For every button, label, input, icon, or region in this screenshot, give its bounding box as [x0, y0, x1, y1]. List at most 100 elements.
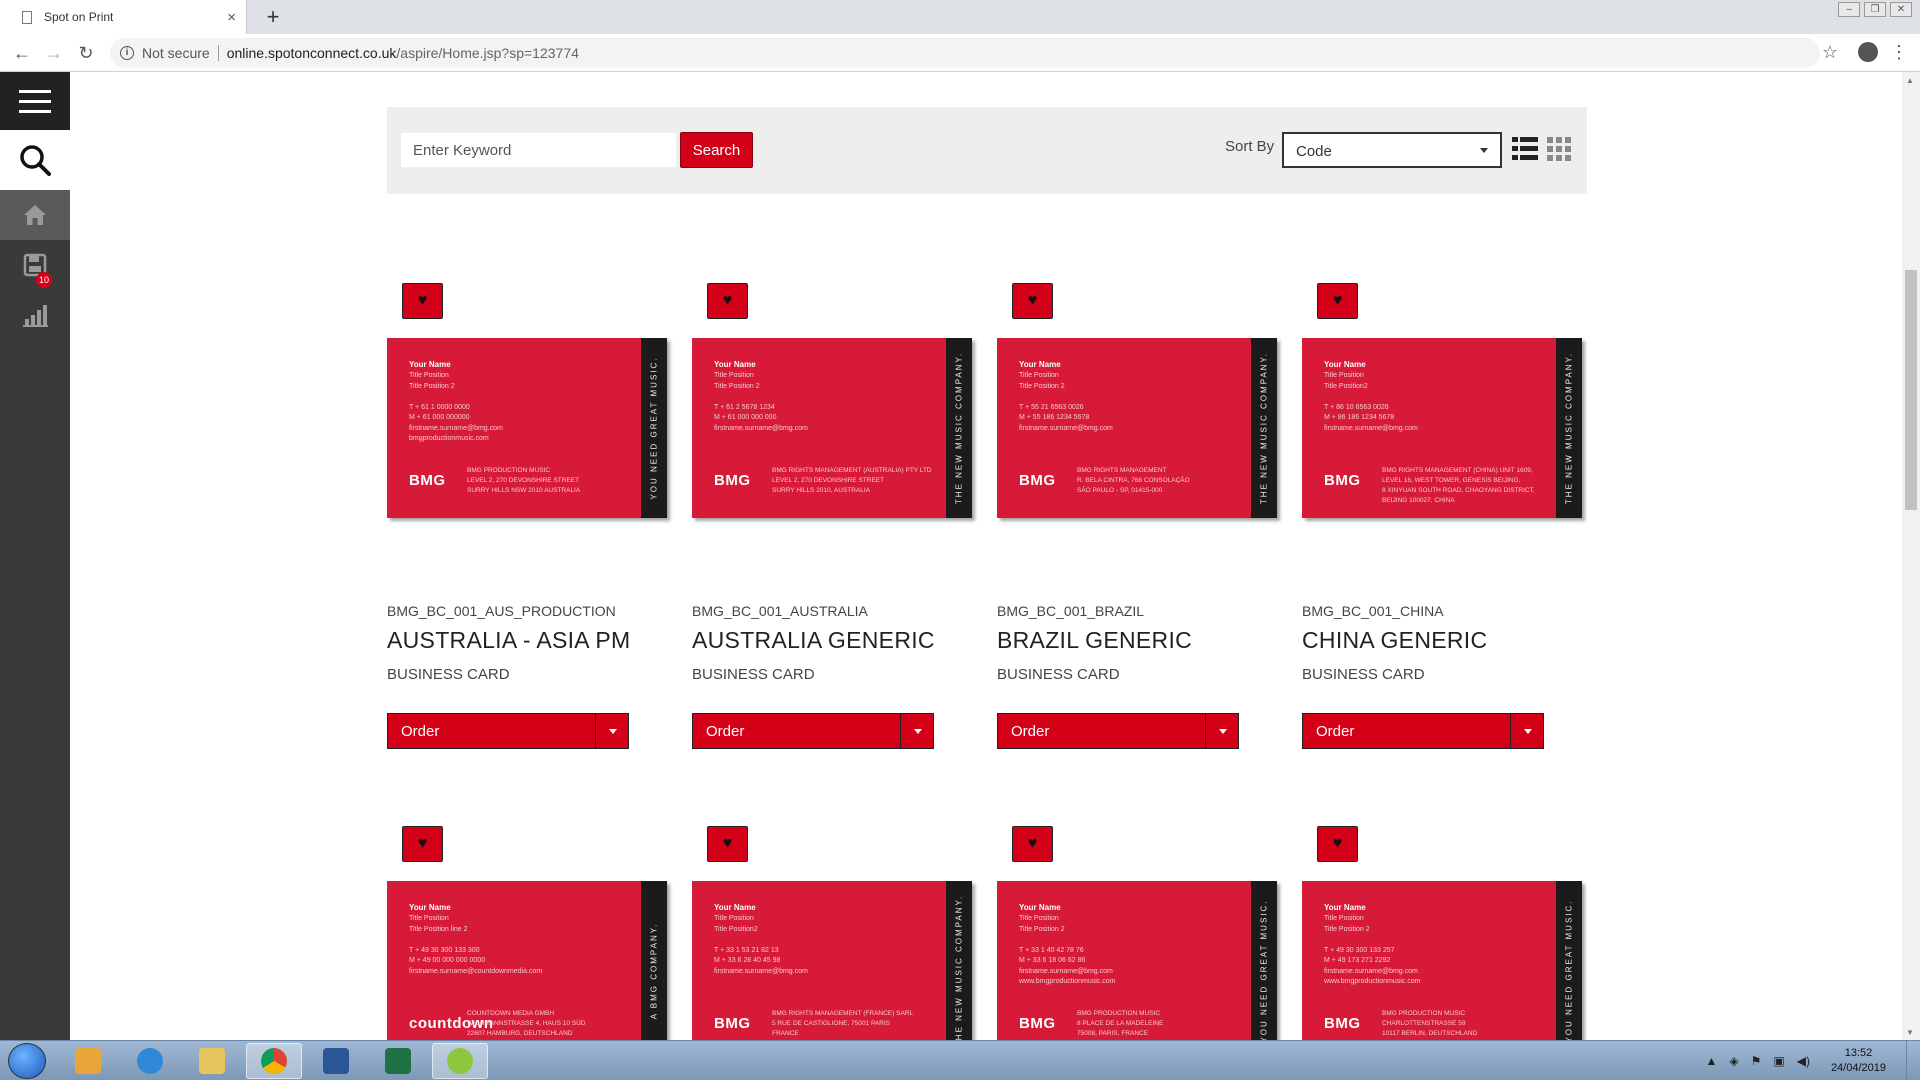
card-text-line: T + 49 30 300 133 300 — [409, 946, 480, 954]
close-tab-icon[interactable]: × — [227, 9, 236, 26]
address-bar[interactable]: i Not secure online.spotonconnect.co.uk /… — [110, 38, 1820, 68]
card-address-line: BEIJING 100027, CHINA — [1382, 497, 1455, 504]
product-thumbnail[interactable]: Your Name Title Position Title Position 2 T… — [997, 881, 1277, 1061]
system-clock[interactable]: 13:52 24/04/2019 — [1831, 1046, 1886, 1076]
shield-icon[interactable]: ◈ — [1729, 1054, 1738, 1068]
product-name[interactable]: CHINA GENERIC — [1302, 627, 1487, 654]
chevron-down-icon[interactable] — [914, 729, 922, 734]
tray-expand-icon[interactable]: ▲ — [1706, 1054, 1718, 1068]
card-text-line: M + 33 6 28 40 45 98 — [714, 957, 781, 964]
taskbar-word[interactable] — [308, 1043, 364, 1079]
forward-icon[interactable]: → — [44, 43, 64, 63]
order-button[interactable]: Order — [997, 713, 1239, 749]
card-address-line: BMG PRODUCTION MUSIC — [467, 467, 551, 474]
card-person-name: Your Name — [1019, 360, 1061, 369]
product-name[interactable]: AUSTRALIA - ASIA PM — [387, 627, 630, 654]
hamburger-menu-icon[interactable] — [0, 72, 70, 130]
browser-menu-icon[interactable]: ⋮ — [1890, 40, 1908, 64]
card-text-line: bmgproductionmusic.com — [409, 435, 489, 442]
card-text-line: T + 86 10 6563 0026 — [1324, 403, 1389, 411]
taskbar-excel[interactable] — [370, 1043, 426, 1079]
keyword-input[interactable] — [401, 133, 676, 167]
card-text-line: Title Position — [714, 915, 754, 922]
taskbar-explorer[interactable] — [184, 1043, 240, 1079]
chevron-down-icon[interactable] — [1219, 729, 1227, 734]
list-view-icon[interactable] — [1512, 137, 1538, 161]
card-tagline: YOU NEED GREAT MUSIC. — [1259, 899, 1269, 1043]
sidebar-orders[interactable]: 10 — [0, 242, 70, 288]
card-person-name: Your Name — [409, 360, 451, 369]
favourite-heart-icon[interactable]: ♥ — [402, 826, 443, 862]
start-button[interactable] — [8, 1043, 46, 1079]
profile-icon[interactable] — [1858, 42, 1878, 62]
card-address: BMG RIGHTS MANAGEMENT R. BELA CINTRA, 768… — [1077, 466, 1190, 496]
card-address-line: 75008, PARIS, FRANCE — [1077, 1030, 1149, 1037]
card-text-line: T + 55 21 6563 0026 — [1019, 403, 1084, 411]
volume-icon[interactable]: ◀) — [1797, 1054, 1810, 1068]
favourite-heart-icon[interactable]: ♥ — [402, 283, 443, 319]
card-text-line: M + 33 6 18 06 62 86 — [1019, 957, 1086, 964]
sidebar-home[interactable] — [0, 190, 70, 240]
info-icon[interactable]: i — [120, 46, 134, 60]
browser-tab[interactable]: Spot on Print × — [0, 0, 247, 34]
card-address-line: LEVEL 2, 270 DEVONSHIRE STREET — [467, 477, 580, 484]
network-icon[interactable]: ▣ — [1773, 1054, 1784, 1068]
page-scrollbar[interactable] — [1902, 72, 1920, 1040]
favourite-heart-icon[interactable]: ♥ — [707, 283, 748, 319]
favourite-heart-icon[interactable]: ♥ — [1012, 283, 1053, 319]
card-logo: BMG — [1324, 472, 1361, 489]
product-thumbnail[interactable]: Your Name Title Position Title Position 2 T… — [997, 338, 1277, 518]
grid-view-icon[interactable] — [1547, 137, 1571, 161]
taskbar-ie[interactable] — [122, 1043, 178, 1079]
scroll-up-icon[interactable]: ▲ — [1906, 76, 1914, 85]
order-label: Order — [1316, 723, 1355, 740]
taskbar-outlook[interactable] — [60, 1043, 116, 1079]
chevron-down-icon[interactable] — [1524, 729, 1532, 734]
scroll-down-icon[interactable]: ▼ — [1906, 1028, 1914, 1037]
back-icon[interactable]: ← — [12, 43, 32, 63]
sort-select[interactable]: Code — [1282, 132, 1502, 168]
product-thumbnail[interactable]: Your Name Title Position Title Position 2 T… — [387, 338, 667, 518]
taskbar-app[interactable] — [432, 1043, 488, 1079]
order-divider — [1510, 714, 1511, 748]
new-tab-button[interactable]: + — [260, 4, 286, 30]
favourite-heart-icon[interactable]: ♥ — [1317, 283, 1358, 319]
product-thumbnail[interactable]: Your Name Title Position Title Position2 T … — [692, 881, 972, 1061]
browser-tab-strip: Spot on Print × + – ❐ ✕ — [0, 0, 1920, 34]
order-button[interactable]: Order — [387, 713, 629, 749]
product-thumbnail[interactable]: Your Name Title Position Title Position 2 T… — [1302, 881, 1582, 1061]
sidebar-reports[interactable] — [0, 292, 70, 338]
order-button[interactable]: Order — [692, 713, 934, 749]
card-text-line: firstname.surname@bmg.com — [409, 424, 503, 432]
favourite-heart-icon[interactable]: ♥ — [707, 826, 748, 862]
card-text-line: Title Position — [409, 372, 449, 379]
card-text-line: Title Position 2 — [1019, 925, 1065, 933]
product-thumbnail[interactable]: Your Name Title Position Title Position li… — [387, 881, 667, 1061]
minimize-icon[interactable]: – — [1838, 2, 1860, 17]
bookmark-star-icon[interactable]: ☆ — [1822, 42, 1838, 63]
scrollbar-thumb[interactable] — [1905, 270, 1917, 510]
close-window-icon[interactable]: ✕ — [1890, 2, 1912, 17]
product-name[interactable]: AUSTRALIA GENERIC — [692, 627, 935, 654]
card-text-line: M + 61 000 000 000 — [714, 414, 777, 421]
sidebar-search[interactable] — [0, 130, 70, 190]
chevron-down-icon[interactable] — [609, 729, 617, 734]
card-address-line: BMG RIGHTS MANAGEMENT (AUSTRALIA) PTY LT… — [772, 467, 932, 474]
order-divider — [900, 714, 901, 748]
card-address: BMG PRODUCTION MUSIC 8 PLACE DE LA MADELE… — [1077, 1009, 1163, 1039]
search-button[interactable]: Search — [680, 132, 753, 168]
product-type: BUSINESS CARD — [692, 666, 815, 683]
restore-icon[interactable]: ❐ — [1864, 2, 1886, 17]
product-thumbnail[interactable]: Your Name Title Position Title Position 2 T… — [692, 338, 972, 518]
product-thumbnail[interactable]: Your Name Title Position Title Position2 T … — [1302, 338, 1582, 518]
taskbar-chrome[interactable] — [246, 1043, 302, 1079]
show-desktop-button[interactable] — [1906, 1041, 1920, 1080]
flag-icon[interactable]: ⚑ — [1751, 1054, 1762, 1068]
card-text-line: T + 49 30 300 133 257 — [1324, 946, 1395, 954]
favourite-heart-icon[interactable]: ♥ — [1012, 826, 1053, 862]
favourite-heart-icon[interactable]: ♥ — [1317, 826, 1358, 862]
order-button[interactable]: Order — [1302, 713, 1544, 749]
product-name[interactable]: BRAZIL GENERIC — [997, 627, 1192, 654]
reload-icon[interactable]: ↻ — [76, 43, 96, 63]
card-text-line: T + 33 1 53 21 82 13 — [714, 946, 779, 954]
